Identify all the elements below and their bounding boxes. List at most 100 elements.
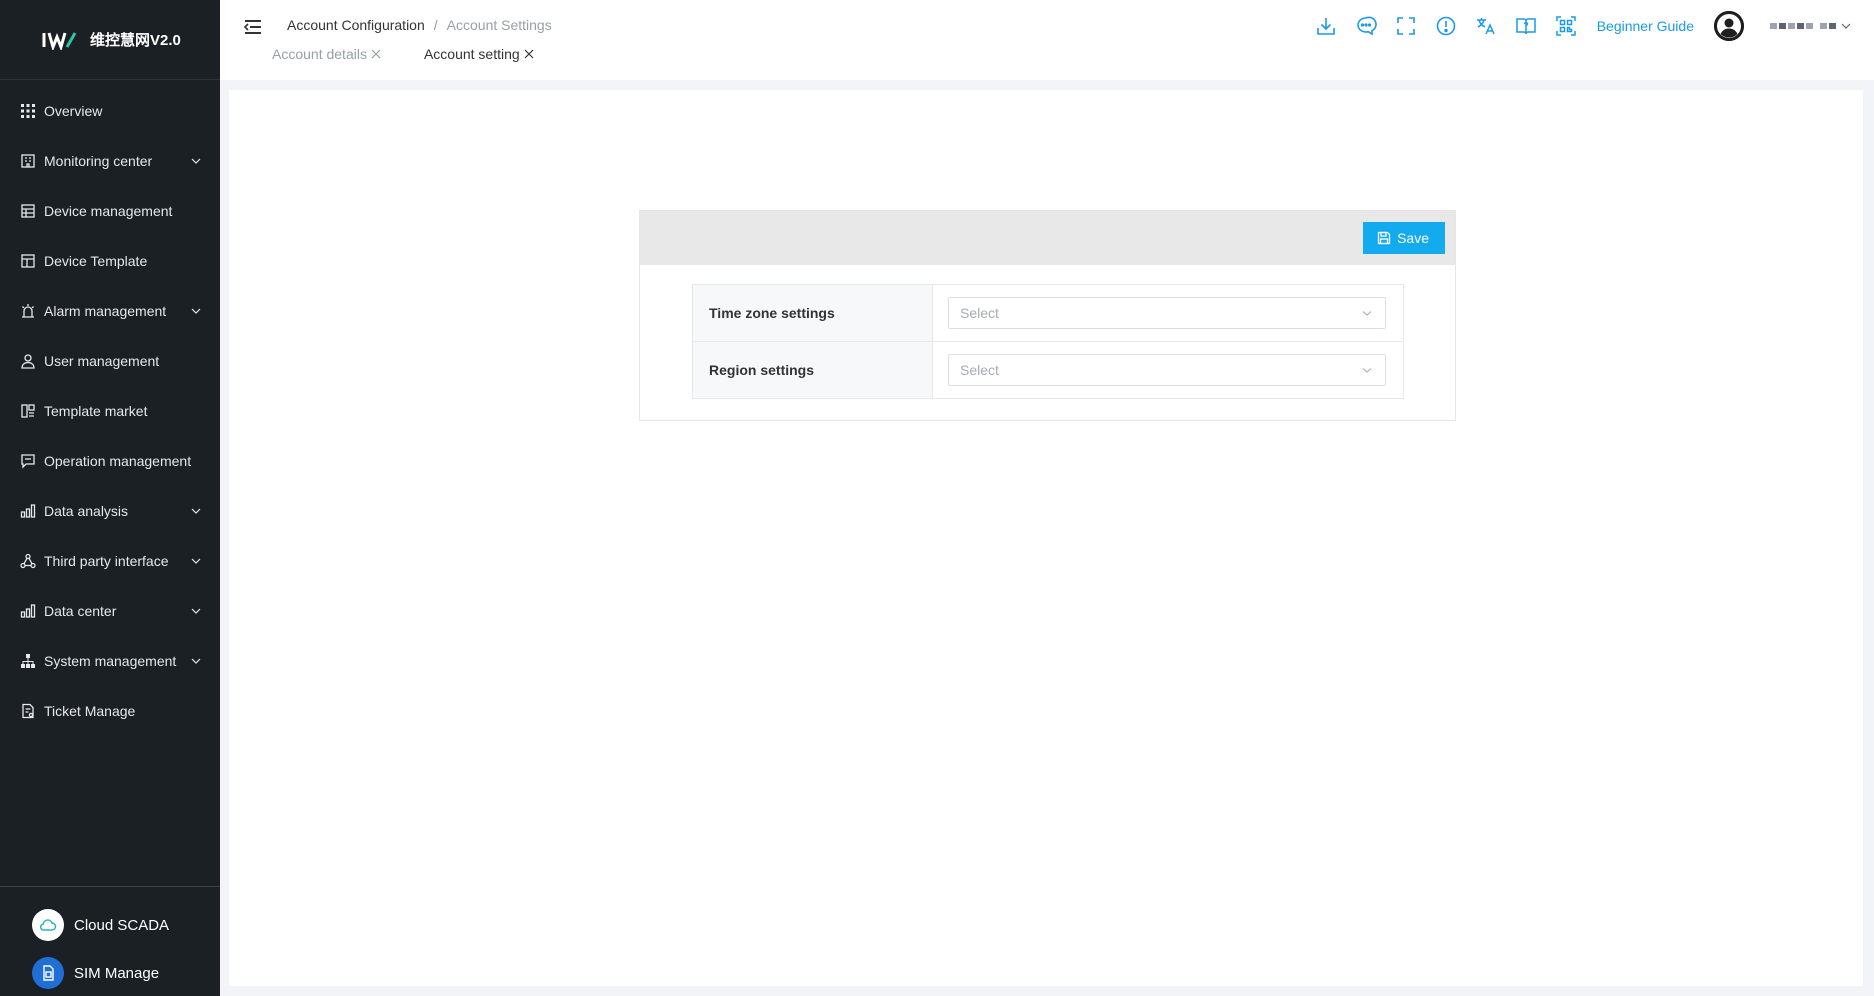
device-list-icon — [20, 203, 36, 219]
save-label: Save — [1397, 230, 1429, 246]
sidebar-item-label: System management — [44, 653, 177, 669]
sidebar-item-label: Ticket Manage — [44, 703, 136, 719]
sidebar-item-label: Data analysis — [44, 503, 129, 519]
avatar[interactable] — [1714, 11, 1744, 41]
network-icon — [20, 553, 36, 569]
close-icon[interactable] — [370, 48, 382, 60]
sidebar: 维控慧网V2.0 Overview Monitoring center Devi… — [0, 0, 220, 996]
sidebar-item-label: User management — [44, 353, 160, 369]
toolbar: Beginner Guide — [1315, 11, 1874, 41]
chat-screen-icon — [20, 453, 36, 469]
sidebar-item-label: Device Template — [44, 253, 148, 269]
sidebar-item-data-center[interactable]: Data center — [0, 586, 220, 636]
chevron-down-icon — [190, 155, 202, 167]
tab-account-setting[interactable]: Account setting — [424, 46, 535, 62]
settings-table: Time zone settings Select Region setting… — [692, 284, 1404, 399]
menu-toggle-icon[interactable] — [242, 16, 264, 38]
cloud-icon — [32, 909, 64, 941]
page-tabs: Account details Account setting — [272, 46, 577, 62]
building-icon — [20, 153, 36, 169]
account-settings-panel: Save Time zone settings Select Region se… — [639, 210, 1456, 421]
tab-label: Account details — [272, 46, 367, 62]
tab-label: Account setting — [423, 46, 520, 62]
select-placeholder: Select — [960, 305, 999, 321]
logo[interactable]: 维控慧网V2.0 — [0, 0, 220, 80]
sidebar-item-device-template[interactable]: Device Template — [0, 236, 220, 286]
sidebar-item-data-analysis[interactable]: Data analysis — [0, 486, 220, 536]
header: Account Configuration / Account Settings… — [220, 0, 1874, 80]
download-icon[interactable] — [1315, 15, 1337, 37]
sidebar-item-ticket-manage[interactable]: Ticket Manage — [0, 686, 220, 736]
sidebar-item-alarm-management[interactable]: Alarm management — [0, 286, 220, 336]
sidebar-item-label: Third party interface — [44, 553, 169, 569]
market-icon — [20, 403, 36, 419]
chevron-down-icon — [190, 555, 202, 567]
region-select[interactable]: Select — [948, 354, 1386, 386]
chevron-down-icon — [1361, 307, 1373, 319]
fullscreen-icon[interactable] — [1395, 15, 1417, 37]
help-book-icon[interactable] — [1515, 15, 1537, 37]
cloud-scada-label: Cloud SCADA — [74, 916, 170, 934]
chevron-down-icon — [1361, 364, 1373, 376]
chevron-down-icon — [190, 655, 202, 667]
time-zone-label: Time zone settings — [693, 285, 933, 341]
sidebar-item-template-market[interactable]: Template market — [0, 386, 220, 436]
chevron-down-icon — [190, 305, 202, 317]
sidebar-item-label: Template market — [44, 403, 148, 419]
sidebar-item-operation-management[interactable]: Operation management — [0, 436, 220, 486]
region-row: Region settings Select — [693, 342, 1403, 398]
message-icon[interactable] — [1355, 15, 1377, 37]
sidebar-item-label: Device management — [44, 203, 173, 219]
bar-chart-icon — [20, 503, 36, 519]
panel-header: Save — [640, 211, 1455, 265]
username-redacted — [1770, 23, 1836, 29]
ticket-icon — [20, 703, 36, 719]
sim-manage-label: SIM Manage — [74, 964, 160, 982]
tab-account-details[interactable]: Account details — [272, 46, 382, 62]
template-icon — [20, 253, 36, 269]
cloud-scada-link[interactable]: Cloud SCADA — [0, 901, 220, 949]
qr-code-icon[interactable] — [1555, 15, 1577, 37]
sidebar-item-label: Overview — [44, 103, 103, 119]
breadcrumb: Account Configuration / Account Settings — [287, 17, 552, 33]
chevron-down-icon — [190, 605, 202, 617]
sidebar-item-label: Operation management — [44, 453, 192, 469]
logo-text: 维控慧网V2.0 — [90, 32, 181, 49]
user-menu[interactable] — [1770, 20, 1852, 32]
info-icon[interactable] — [1435, 15, 1457, 37]
save-button[interactable]: Save — [1363, 222, 1445, 254]
breadcrumb-current: Account Settings — [446, 17, 552, 33]
sidebar-item-user-management[interactable]: User management — [0, 336, 220, 386]
chevron-down-icon — [1840, 20, 1852, 32]
region-label: Region settings — [693, 342, 933, 398]
beginner-guide-link[interactable]: Beginner Guide — [1597, 18, 1694, 34]
sidebar-item-label: Alarm management — [44, 303, 167, 319]
main-content: Save Time zone settings Select Region se… — [229, 90, 1863, 986]
sim-card-icon — [32, 957, 64, 989]
bar-chart-icon — [20, 603, 36, 619]
logo-mark-icon — [42, 31, 77, 50]
sidebar-item-overview[interactable]: Overview — [0, 86, 220, 136]
time-zone-row: Time zone settings Select — [693, 285, 1403, 342]
select-placeholder: Select — [960, 362, 999, 378]
grid-icon — [20, 103, 36, 119]
sidebar-item-third-party-interface[interactable]: Third party interface — [0, 536, 220, 586]
sidebar-item-label: Monitoring center — [44, 153, 153, 169]
alarm-icon — [20, 303, 36, 319]
time-zone-select[interactable]: Select — [948, 297, 1386, 329]
sidebar-item-monitoring-center[interactable]: Monitoring center — [0, 136, 220, 186]
breadcrumb-separator: / — [433, 17, 438, 33]
translate-icon[interactable] — [1475, 15, 1497, 37]
sidebar-item-system-management[interactable]: System management — [0, 636, 220, 686]
user-icon — [20, 353, 36, 369]
hierarchy-icon — [20, 653, 36, 669]
region-value: Select — [933, 342, 1403, 398]
chevron-down-icon — [190, 505, 202, 517]
sidebar-bottom: Cloud SCADA SIM Manage — [0, 886, 220, 996]
close-icon[interactable] — [523, 48, 535, 60]
sidebar-item-label: Data center — [44, 603, 117, 619]
save-icon — [1377, 231, 1391, 245]
sim-manage-link[interactable]: SIM Manage — [0, 949, 220, 996]
breadcrumb-parent[interactable]: Account Configuration — [287, 17, 425, 33]
sidebar-item-device-management[interactable]: Device management — [0, 186, 220, 236]
